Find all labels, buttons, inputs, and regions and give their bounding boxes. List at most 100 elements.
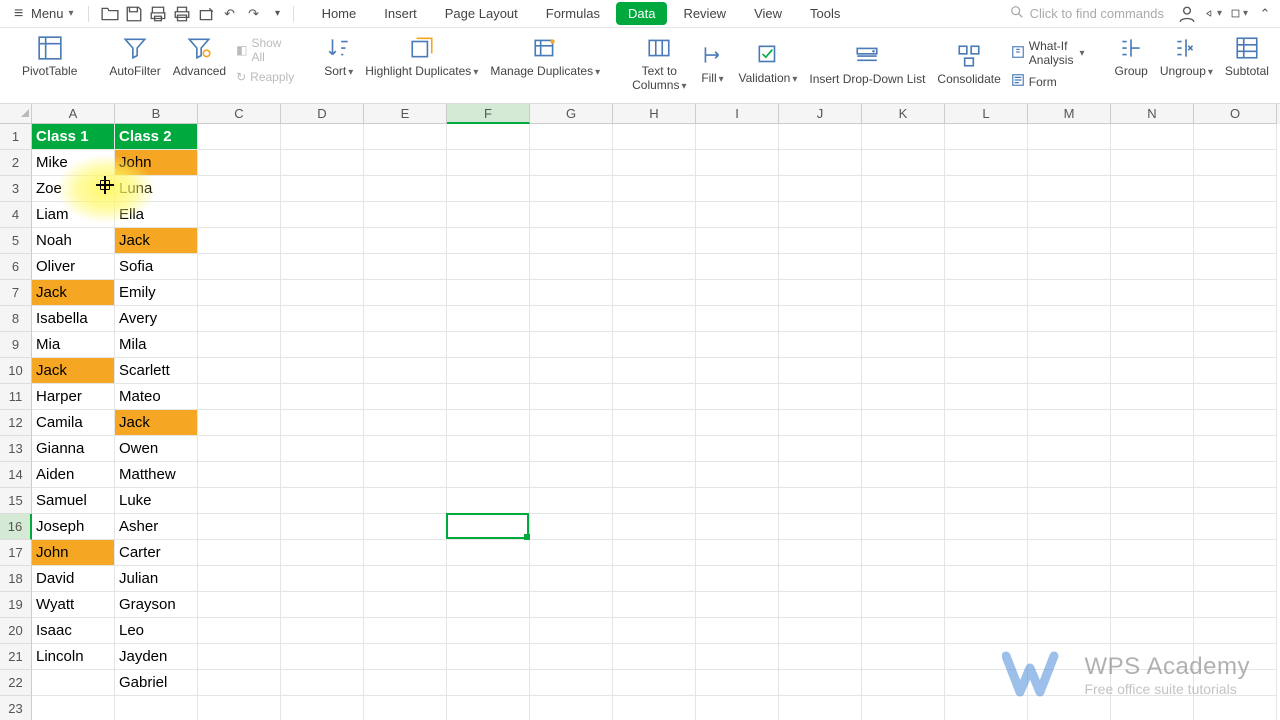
- cell[interactable]: [1028, 306, 1111, 332]
- cell[interactable]: [32, 670, 115, 696]
- cell[interactable]: [198, 514, 281, 540]
- cell[interactable]: [1194, 202, 1277, 228]
- cell[interactable]: [1028, 332, 1111, 358]
- cell[interactable]: [1194, 566, 1277, 592]
- cell[interactable]: [364, 280, 447, 306]
- cell[interactable]: [1194, 280, 1277, 306]
- cell[interactable]: [530, 540, 613, 566]
- cell[interactable]: [1194, 150, 1277, 176]
- cell[interactable]: [696, 410, 779, 436]
- cell[interactable]: [696, 566, 779, 592]
- row-header[interactable]: 4: [0, 202, 32, 228]
- cell[interactable]: Emily: [115, 280, 198, 306]
- cell[interactable]: [198, 332, 281, 358]
- cell[interactable]: [198, 176, 281, 202]
- cell[interactable]: [530, 332, 613, 358]
- cell[interactable]: [613, 540, 696, 566]
- cell[interactable]: [364, 566, 447, 592]
- cell[interactable]: [1028, 280, 1111, 306]
- cell[interactable]: [1194, 462, 1277, 488]
- cell[interactable]: [530, 306, 613, 332]
- cell[interactable]: [1028, 358, 1111, 384]
- cell[interactable]: [530, 358, 613, 384]
- redo-icon[interactable]: ↷: [245, 5, 263, 23]
- cell[interactable]: [862, 384, 945, 410]
- cell[interactable]: Luna: [115, 176, 198, 202]
- cell[interactable]: Ella: [115, 202, 198, 228]
- manage-duplicates-button[interactable]: Manage Duplicates▾: [484, 30, 606, 81]
- cell[interactable]: [862, 228, 945, 254]
- cell[interactable]: [198, 462, 281, 488]
- cell[interactable]: [613, 176, 696, 202]
- cell[interactable]: [1028, 592, 1111, 618]
- cell[interactable]: John: [32, 540, 115, 566]
- cell[interactable]: Harper: [32, 384, 115, 410]
- cell[interactable]: Owen: [115, 436, 198, 462]
- cell[interactable]: [1028, 254, 1111, 280]
- cell[interactable]: [447, 254, 530, 280]
- cell[interactable]: [945, 592, 1028, 618]
- spreadsheet-grid[interactable]: ABCDEFGHIJKLMNO 1Class 1Class 22MikeJohn…: [0, 104, 1280, 720]
- cell[interactable]: Julian: [115, 566, 198, 592]
- cell[interactable]: Liam: [32, 202, 115, 228]
- tab-page-layout[interactable]: Page Layout: [433, 2, 530, 25]
- column-header[interactable]: N: [1111, 104, 1194, 124]
- cell[interactable]: [696, 150, 779, 176]
- row-header[interactable]: 12: [0, 410, 32, 436]
- cell[interactable]: [198, 540, 281, 566]
- cell[interactable]: [281, 488, 364, 514]
- cell[interactable]: [613, 410, 696, 436]
- cell[interactable]: Gabriel: [115, 670, 198, 696]
- save-icon[interactable]: [125, 5, 143, 23]
- cell[interactable]: Class 2: [115, 124, 198, 150]
- cell[interactable]: [613, 592, 696, 618]
- cell[interactable]: [530, 384, 613, 410]
- validation-button[interactable]: Validation▾: [733, 37, 804, 88]
- row-header[interactable]: 5: [0, 228, 32, 254]
- cell[interactable]: [198, 358, 281, 384]
- cell[interactable]: [862, 566, 945, 592]
- cell[interactable]: [364, 540, 447, 566]
- ungroup-button[interactable]: Ungroup▾: [1154, 30, 1219, 81]
- cell[interactable]: [364, 150, 447, 176]
- cell[interactable]: Scarlett: [115, 358, 198, 384]
- cell[interactable]: [945, 176, 1028, 202]
- cell[interactable]: [281, 358, 364, 384]
- cell[interactable]: [198, 696, 281, 720]
- cell[interactable]: [613, 150, 696, 176]
- cell[interactable]: [281, 618, 364, 644]
- cell[interactable]: [862, 488, 945, 514]
- advanced-filter-button[interactable]: Advanced: [167, 30, 232, 80]
- cell[interactable]: [530, 514, 613, 540]
- cell[interactable]: [1028, 436, 1111, 462]
- print-preview-icon[interactable]: [149, 5, 167, 23]
- cell[interactable]: [1028, 410, 1111, 436]
- select-all-corner[interactable]: [0, 104, 32, 124]
- cell[interactable]: [1194, 618, 1277, 644]
- cell[interactable]: [779, 332, 862, 358]
- cell[interactable]: [779, 514, 862, 540]
- settings-icon[interactable]: ▾: [1230, 5, 1248, 23]
- cell[interactable]: [696, 618, 779, 644]
- row-header[interactable]: 10: [0, 358, 32, 384]
- cell[interactable]: [945, 150, 1028, 176]
- cell[interactable]: [696, 384, 779, 410]
- column-header[interactable]: K: [862, 104, 945, 124]
- cell[interactable]: [1111, 410, 1194, 436]
- cell[interactable]: [447, 306, 530, 332]
- cell[interactable]: [447, 488, 530, 514]
- row-header[interactable]: 21: [0, 644, 32, 670]
- cell[interactable]: [862, 150, 945, 176]
- cell[interactable]: [1111, 306, 1194, 332]
- cell[interactable]: [364, 670, 447, 696]
- tab-insert[interactable]: Insert: [372, 2, 429, 25]
- cell[interactable]: Matthew: [115, 462, 198, 488]
- cell[interactable]: [1111, 618, 1194, 644]
- cell[interactable]: Lincoln: [32, 644, 115, 670]
- cell[interactable]: [779, 436, 862, 462]
- cell[interactable]: John: [115, 150, 198, 176]
- cell[interactable]: [862, 696, 945, 720]
- cell[interactable]: [530, 228, 613, 254]
- cell[interactable]: [779, 410, 862, 436]
- cell[interactable]: [364, 306, 447, 332]
